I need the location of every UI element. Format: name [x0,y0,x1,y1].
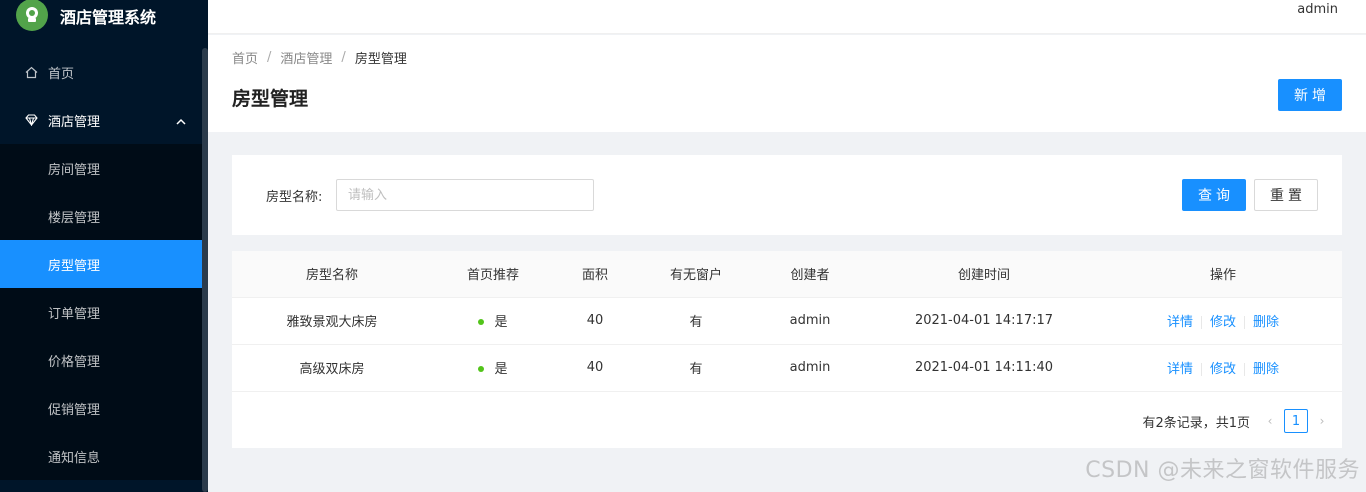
cell-name: 高级双床房 [232,344,432,392]
sidebar-item-label: 房间管理 [48,162,101,178]
cell-actions: 详情 修改 删除 [1104,297,1342,345]
search-form: 房型名称: 查询 重置 [232,155,1342,235]
page-header: 首页 / 酒店管理 / 房型管理 房型管理 新增 [208,35,1366,132]
sidebar-item-label: 首页 [48,66,75,82]
column-header: 创建者 [756,251,864,298]
logo: 酒店管理系统 [0,0,208,34]
sidebar-item-label: 价格管理 [48,354,101,370]
sidebar-item-label: 楼层管理 [48,210,101,226]
diamond-icon [24,113,38,127]
column-header: 有无窗户 [636,251,756,298]
column-header: 房型名称 [232,251,432,298]
sidebar-item-label: 酒店管理 [48,114,101,130]
delete-link[interactable]: 删除 [1253,315,1279,330]
detail-link[interactable]: 详情 [1167,315,1193,330]
status-dot [478,365,485,372]
sidebar-item-label: 房型管理 [48,258,101,274]
sidebar-item-label: 订单管理 [48,306,101,322]
breadcrumb-separator: / [267,50,272,65]
sidebar-item-label: 通知信息 [48,450,101,466]
breadcrumb-separator: / [341,50,346,65]
divider [1244,316,1245,329]
sidebar-item-orders[interactable]: 订单管理 [0,288,202,336]
sidebar-item-notices[interactable]: 通知信息 [0,432,202,480]
breadcrumb: 首页 / 酒店管理 / 房型管理 [232,48,407,67]
sidebar-item-prices[interactable]: 价格管理 [0,336,202,384]
divider [1200,316,1202,329]
cell-recommend: 是 [432,344,554,392]
sidebar-item-hotel[interactable]: 酒店管理 [0,96,208,144]
recommend-value: 是 [494,315,508,330]
cell-created: 2021-04-01 14:17:17 [864,297,1104,345]
sidebar-item-home[interactable]: 首页 [0,48,208,96]
column-header: 创建时间 [864,251,1104,298]
table-header-row: 房型名称 首页推荐 面积 有无窗户 创建者 创建时间 操作 [232,251,1342,298]
page-number[interactable]: 1 [1284,409,1308,433]
reset-button[interactable]: 重置 [1254,179,1318,211]
sidebar-item-floors[interactable]: 楼层管理 [0,192,202,240]
column-header: 操作 [1104,251,1342,298]
edit-link[interactable]: 修改 [1210,362,1236,377]
cell-recommend: 是 [432,297,554,345]
sidebar: 酒店管理系统 首页 酒店管理 房间管理 楼层管理 房型管理 订单管理 价格管理 … [0,0,208,492]
sidebar-submenu: 房间管理 楼层管理 房型管理 订单管理 价格管理 促销管理 通知信息 [0,144,208,480]
room-type-name-input[interactable] [336,179,594,211]
column-header: 首页推荐 [432,251,554,298]
delete-link[interactable]: 删除 [1253,362,1279,377]
top-header: admin [208,0,1366,34]
breadcrumb-home[interactable]: 首页 [232,48,258,67]
breadcrumb-hotel[interactable]: 酒店管理 [280,48,332,67]
pagination-summary: 有2条记录，共1页 [1142,415,1250,431]
sidebar-item-label: 促销管理 [48,402,101,418]
cell-actions: 详情 修改 删除 [1104,344,1342,392]
pagination: 有2条记录，共1页 ‹ 1 › [1142,409,1332,433]
next-page-icon[interactable]: › [1312,414,1332,428]
cell-creator: admin [756,297,864,345]
cell-window: 有 [636,344,756,392]
logo-icon [16,0,48,31]
cell-window: 有 [636,297,756,345]
sidebar-item-rooms[interactable]: 房间管理 [0,144,202,192]
cell-area: 40 [554,297,636,345]
column-header: 面积 [554,251,636,298]
edit-link[interactable]: 修改 [1210,315,1236,330]
watermark: CSDN @未来之窗软件服务 [1085,458,1360,483]
divider [1244,363,1245,376]
status-dot [478,318,485,325]
prev-page-icon[interactable]: ‹ [1260,414,1280,428]
search-label: 房型名称: [266,190,323,205]
query-button[interactable]: 查询 [1182,179,1246,211]
cell-name: 雅致景观大床房 [232,297,432,345]
breadcrumb-current: 房型管理 [354,52,407,67]
add-button[interactable]: 新增 [1278,79,1342,111]
table-card: 房型名称 首页推荐 面积 有无窗户 创建者 创建时间 操作 雅致景观大床房 是 … [232,251,1342,448]
cell-creator: admin [756,344,864,392]
table-row: 高级双床房 是 40 有 admin 2021-04-01 14:11:40 详… [232,344,1342,392]
divider [1200,363,1202,376]
home-icon [24,65,38,79]
cell-created: 2021-04-01 14:11:40 [864,344,1104,392]
chevron-up-icon [176,114,186,129]
recommend-value: 是 [494,362,508,377]
sidebar-item-promotions[interactable]: 促销管理 [0,384,202,432]
table-row: 雅致景观大床房 是 40 有 admin 2021-04-01 14:17:17… [232,297,1342,345]
sidebar-item-room-types[interactable]: 房型管理 [0,240,202,288]
user-menu[interactable]: admin [1297,2,1338,17]
cell-area: 40 [554,344,636,392]
page-title: 房型管理 [232,88,309,110]
app-title: 酒店管理系统 [60,8,157,27]
detail-link[interactable]: 详情 [1167,362,1193,377]
room-type-table: 房型名称 首页推荐 面积 有无窗户 创建者 创建时间 操作 雅致景观大床房 是 … [232,251,1342,392]
